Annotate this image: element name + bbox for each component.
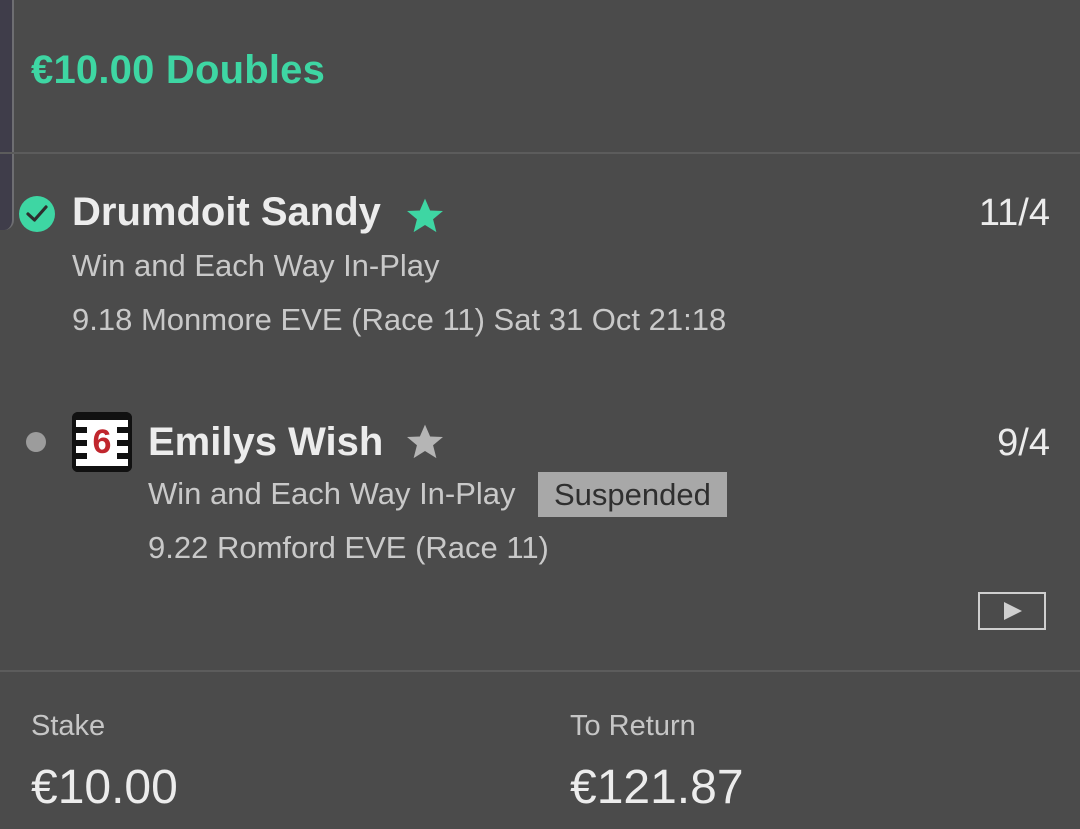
- selection-name: Emilys Wish: [148, 420, 384, 464]
- bet-title: €10.00 Doubles: [31, 48, 326, 92]
- selection-row: 6 Emilys Wish 9/4 Win and Each Way In-Pl…: [0, 384, 1080, 670]
- suspended-badge: Suspended: [538, 472, 727, 517]
- bet-summary: Stake €10.00 To Return €121.87: [0, 670, 1080, 829]
- stake-label: Stake: [31, 710, 106, 742]
- selection-name: Drumdoit Sandy: [72, 190, 381, 234]
- selection-market: Win and Each Way In-Play: [72, 248, 440, 283]
- selection-event: 9.22 Romford EVE (Race 11): [148, 530, 549, 565]
- bet-header: €10.00 Doubles: [0, 0, 1080, 154]
- return-value: €121.87: [570, 761, 744, 814]
- trap-6-icon: 6: [72, 412, 132, 472]
- selection-event: 9.18 Monmore EVE (Race 11) Sat 31 Oct 21…: [72, 302, 727, 337]
- selection-odds: 9/4: [997, 422, 1050, 464]
- dot-icon: [26, 432, 46, 452]
- star-icon[interactable]: [403, 420, 447, 464]
- selection-row: Drumdoit Sandy 11/4 Win and Each Way In-…: [0, 154, 1080, 384]
- selection-odds: 11/4: [978, 192, 1050, 234]
- selection-market: Win and Each Way In-Play: [148, 476, 516, 511]
- return-label: To Return: [570, 710, 696, 742]
- bet-slip-card: €10.00 Doubles Drumdoit Sandy 11/4 Win a…: [0, 0, 1080, 829]
- trap-number: 6: [92, 423, 112, 461]
- check-circle-icon: [19, 196, 55, 232]
- stake-value: €10.00: [31, 761, 178, 814]
- star-icon[interactable]: [403, 194, 447, 238]
- play-video-icon[interactable]: [978, 592, 1046, 630]
